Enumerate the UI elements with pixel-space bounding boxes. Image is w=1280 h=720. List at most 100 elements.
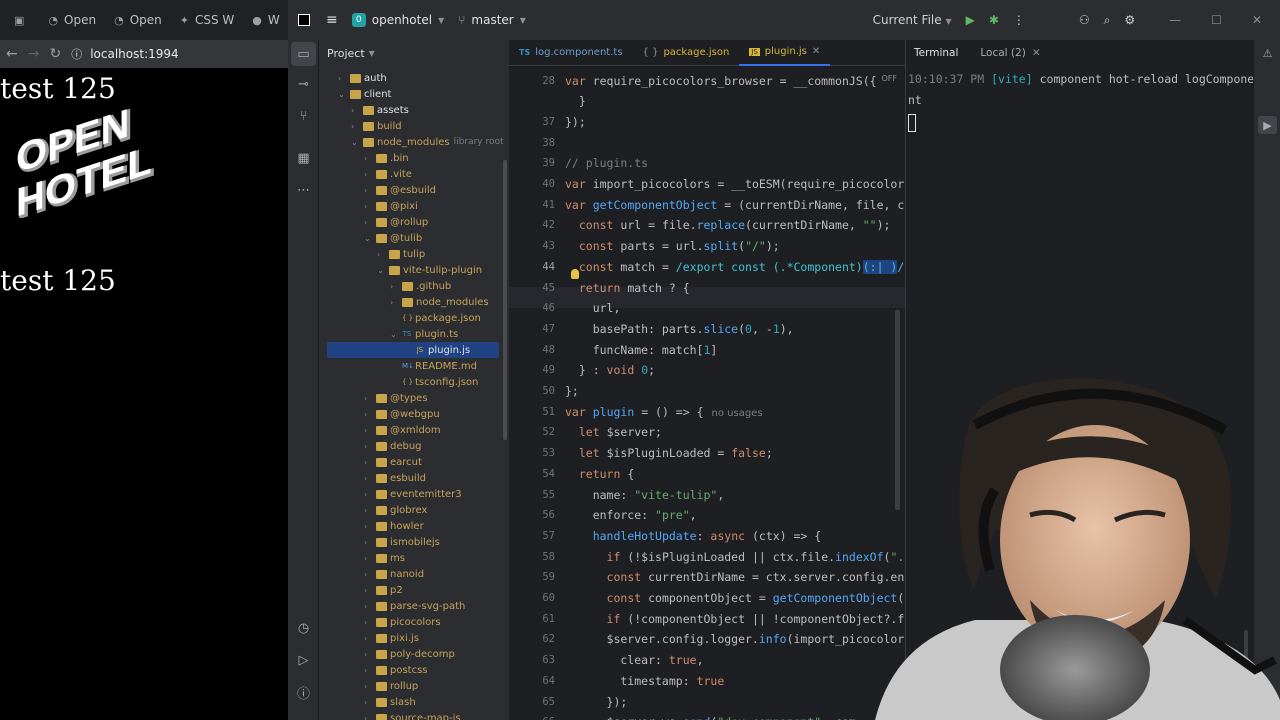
tree-item[interactable]: › @types — [364, 390, 428, 406]
chevron-down-icon[interactable]: ⌄ — [364, 234, 374, 243]
project-switcher[interactable]: 0 openhotel ▼ — [351, 13, 444, 27]
chevron-right-icon[interactable]: › — [364, 186, 374, 195]
tree-item[interactable]: ⌄ vite-tulip-plugin — [377, 262, 482, 278]
chevron-right-icon[interactable]: › — [364, 586, 374, 595]
problems-icon[interactable]: ⓘ — [288, 680, 319, 704]
tree-item[interactable]: › pixi.js — [364, 630, 419, 646]
tree-item[interactable]: › .bin — [364, 150, 409, 166]
editor-tab[interactable]: { } package.json — [633, 40, 740, 66]
chevron-right-icon[interactable]: › — [364, 394, 374, 403]
main-menu-icon[interactable]: ≡ — [326, 12, 338, 28]
tree-item[interactable]: { } tsconfig.json — [390, 374, 478, 390]
tree-item[interactable]: M↓ README.md — [390, 358, 477, 374]
tree-item[interactable]: › source-map-js — [364, 710, 461, 720]
chevron-down-icon[interactable]: ⌄ — [351, 138, 361, 147]
chevron-right-icon[interactable]: › — [351, 122, 361, 131]
tree-item[interactable]: › poly-decomp — [364, 646, 455, 662]
chevron-right-icon[interactable]: › — [364, 154, 374, 163]
chevron-right-icon[interactable]: › — [364, 458, 374, 467]
tree-item[interactable]: › @xmldom — [364, 422, 441, 438]
chevron-down-icon[interactable]: ⌄ — [390, 330, 400, 339]
commit-icon[interactable]: ⊸ — [288, 72, 319, 96]
chevron-right-icon[interactable]: › — [364, 650, 374, 659]
structure-icon[interactable]: ▦ — [288, 146, 319, 170]
tree-item[interactable]: › ismobilejs — [364, 534, 440, 550]
tree-item[interactable]: › rollup — [364, 678, 418, 694]
notifications-icon[interactable]: ⚠ — [1258, 44, 1277, 62]
tree-item[interactable]: › picocolors — [364, 614, 441, 630]
tree-item[interactable]: › node_modules — [390, 294, 489, 310]
chevron-right-icon[interactable]: › — [364, 218, 374, 227]
chevron-down-icon[interactable]: ⌄ — [377, 266, 387, 275]
address-bar[interactable]: ⓘ localhost:1994 — [71, 46, 178, 62]
chevron-right-icon[interactable]: › — [364, 538, 374, 547]
chevron-down-icon[interactable]: ⌄ — [338, 90, 348, 99]
close-tab-icon[interactable]: ✕ — [812, 46, 820, 57]
chevron-right-icon[interactable]: › — [364, 442, 374, 451]
tree-item[interactable]: ⌄ TS plugin.ts — [390, 326, 458, 342]
project-tool-folder-icon[interactable]: ▭ — [291, 42, 316, 66]
run-config-selector[interactable]: Current File ▼ — [873, 13, 952, 27]
chevron-right-icon[interactable]: › — [364, 602, 374, 611]
chevron-right-icon[interactable]: › — [338, 74, 348, 83]
chevron-right-icon[interactable]: › — [377, 250, 387, 259]
chevron-right-icon[interactable]: › — [364, 618, 374, 627]
tree-item[interactable]: › @esbuild — [364, 182, 436, 198]
tree-item[interactable]: › .vite — [364, 166, 412, 182]
branch-switcher[interactable]: ⑂ master ▼ — [458, 13, 526, 27]
chevron-right-icon[interactable]: › — [364, 634, 374, 643]
chevron-right-icon[interactable]: › — [364, 554, 374, 563]
services-icon[interactable]: ◷ — [288, 616, 319, 640]
terminal-tab-local[interactable]: Local (2) ✕ — [980, 47, 1040, 59]
chevron-right-icon[interactable]: › — [364, 506, 374, 515]
settings-gear-icon[interactable]: ⚙ — [1124, 13, 1135, 27]
tree-item[interactable]: › slash — [364, 694, 416, 710]
tree-item[interactable]: › parse-svg-path — [364, 598, 465, 614]
tree-item[interactable]: › @pixi — [364, 198, 418, 214]
close-window-icon[interactable]: ✕ — [1252, 13, 1262, 27]
chevron-right-icon[interactable]: › — [364, 666, 374, 675]
chevron-right-icon[interactable]: › — [364, 570, 374, 579]
editor-tab[interactable]: JS plugin.js ✕ — [739, 40, 831, 66]
tree-item[interactable]: ⌄ client — [338, 86, 391, 102]
tree-item[interactable]: › earcut — [364, 454, 422, 470]
tree-item[interactable]: ⌄ node_modules library root — [351, 134, 504, 150]
debug-icon[interactable]: ✱ — [989, 13, 999, 27]
search-icon[interactable]: ⌕ — [1104, 13, 1111, 28]
tree-item-selected[interactable]: JS plugin.js — [403, 342, 470, 358]
tree-item[interactable]: › postcss — [364, 662, 428, 678]
tree-item[interactable]: › .github — [390, 278, 451, 294]
run-icon[interactable]: ▶ — [966, 13, 975, 27]
browser-tab[interactable]: ◔ Open — [106, 5, 170, 35]
chevron-right-icon[interactable]: › — [364, 202, 374, 211]
project-panel-scrollbar[interactable] — [503, 160, 507, 440]
terminal-tool-icon[interactable]: ▶ — [1258, 116, 1277, 134]
tree-item[interactable]: › ms — [364, 550, 405, 566]
editor-tab[interactable]: TS log.component.ts — [509, 40, 633, 66]
chevron-right-icon[interactable]: › — [364, 490, 374, 499]
ai-off-badge[interactable]: OFF — [882, 74, 898, 83]
tree-item[interactable]: { } package.json — [390, 310, 481, 326]
chevron-right-icon[interactable]: › — [364, 410, 374, 419]
tree-item[interactable]: › @rollup — [364, 214, 428, 230]
chevron-right-icon[interactable]: › — [364, 474, 374, 483]
tree-item[interactable]: › esbuild — [364, 470, 426, 486]
tree-item[interactable]: › auth — [338, 70, 387, 86]
back-arrow-icon[interactable]: ← — [6, 46, 18, 62]
forward-arrow-icon[interactable]: → — [28, 46, 40, 62]
browser-tab[interactable]: ✦ CSS W — [172, 5, 243, 35]
minimize-icon[interactable]: — — [1169, 13, 1181, 27]
pull-requests-icon[interactable]: ⑂ — [288, 104, 319, 128]
chevron-right-icon[interactable]: › — [364, 714, 374, 720]
project-panel-header[interactable]: Project ▼ — [319, 40, 509, 66]
tree-item[interactable]: › nanoid — [364, 566, 424, 582]
browser-tab[interactable]: ◔ Open — [40, 5, 104, 35]
tree-item[interactable]: › globrex — [364, 502, 427, 518]
chevron-right-icon[interactable]: › — [364, 522, 374, 531]
chevron-right-icon[interactable]: › — [364, 426, 374, 435]
chevron-right-icon[interactable]: › — [390, 282, 400, 291]
chevron-right-icon[interactable]: › — [364, 170, 374, 179]
chevron-right-icon[interactable]: › — [390, 298, 400, 307]
add-user-icon[interactable]: ⚇ — [1079, 13, 1090, 27]
tree-item[interactable]: › tulip — [377, 246, 425, 262]
